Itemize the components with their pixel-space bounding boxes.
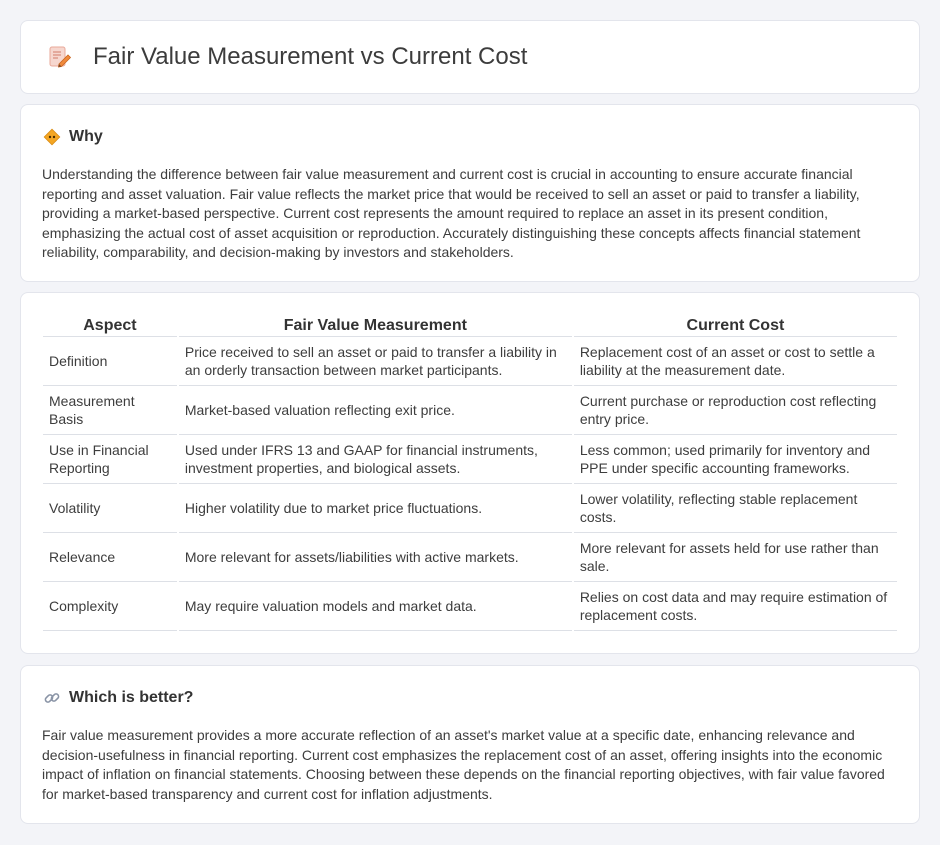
table-row: Relevance More relevant for assets/liabi… <box>43 533 897 582</box>
comparison-section: Aspect Fair Value Measurement Current Co… <box>20 292 920 654</box>
comparison-table: Aspect Fair Value Measurement Current Co… <box>41 315 899 631</box>
why-title: Why <box>69 128 103 145</box>
why-text: Understanding the difference between fai… <box>42 166 861 260</box>
cell-fair-value: Used under IFRS 13 and GAAP for financia… <box>178 435 572 484</box>
cell-aspect: Definition <box>43 337 177 386</box>
table-row: Use in Financial Reporting Used under IF… <box>43 435 897 484</box>
header-aspect: Aspect <box>43 315 177 337</box>
table-header-row: Aspect Fair Value Measurement Current Co… <box>43 315 897 337</box>
cell-current-cost: Relies on cost data and may require esti… <box>573 582 897 631</box>
better-text: Fair value measurement provides a more a… <box>42 727 885 802</box>
table-row: Volatility Higher volatility due to mark… <box>43 484 897 533</box>
diamond-warning-icon <box>43 128 61 146</box>
link-icon <box>44 693 60 703</box>
header-card: Fair Value Measurement vs Current Cost <box>20 20 920 94</box>
cell-fair-value: More relevant for assets/liabilities wit… <box>178 533 572 582</box>
cell-current-cost: Current purchase or reproduction cost re… <box>573 386 897 435</box>
cell-fair-value: May require valuation models and market … <box>178 582 572 631</box>
table-row: Definition Price received to sell an ass… <box>43 337 897 386</box>
cell-current-cost: Less common; used primarily for inventor… <box>573 435 897 484</box>
cell-aspect: Measurement Basis <box>43 386 177 435</box>
better-title: Which is better? <box>69 689 194 706</box>
table-row: Complexity May require valuation models … <box>43 582 897 631</box>
document-pencil-icon <box>49 46 72 68</box>
cell-aspect: Use in Financial Reporting <box>43 435 177 484</box>
cell-current-cost: Lower volatility, reflecting stable repl… <box>573 484 897 533</box>
cell-current-cost: Replacement cost of an asset or cost to … <box>573 337 897 386</box>
cell-aspect: Complexity <box>43 582 177 631</box>
table-row: Measurement Basis Market-based valuation… <box>43 386 897 435</box>
header-fair-value: Fair Value Measurement <box>178 315 572 337</box>
cell-aspect: Volatility <box>43 484 177 533</box>
cell-aspect: Relevance <box>43 533 177 582</box>
cell-fair-value: Market-based valuation reflecting exit p… <box>178 386 572 435</box>
cell-current-cost: More relevant for assets held for use ra… <box>573 533 897 582</box>
which-is-better-section: Which is better? Fair value measurement … <box>20 665 920 824</box>
cell-fair-value: Price received to sell an asset or paid … <box>178 337 572 386</box>
header-current-cost: Current Cost <box>573 315 897 337</box>
page-title: Fair Value Measurement vs Current Cost <box>93 43 528 70</box>
cell-fair-value: Higher volatility due to market price fl… <box>178 484 572 533</box>
why-section: Why Understanding the difference between… <box>20 104 920 282</box>
